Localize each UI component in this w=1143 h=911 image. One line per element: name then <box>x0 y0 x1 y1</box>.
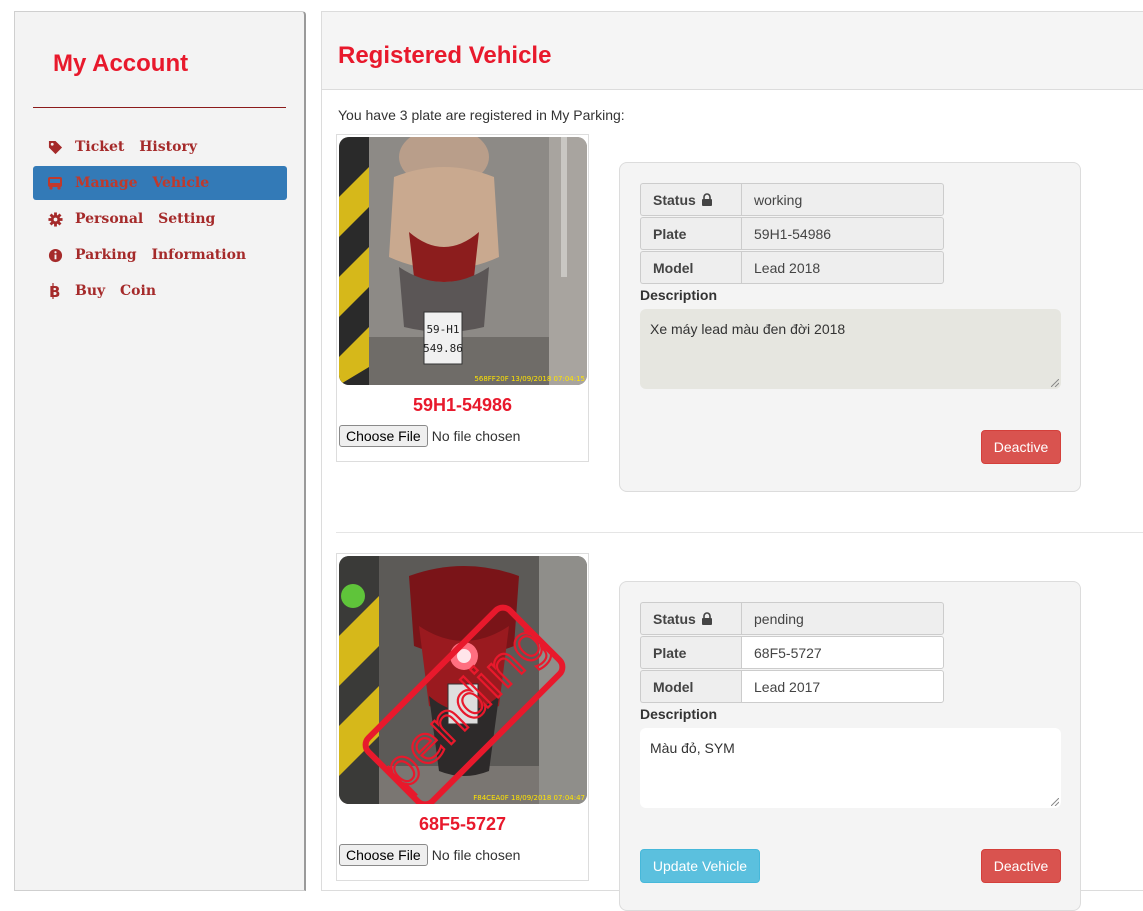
gear-icon <box>47 211 63 227</box>
deactive-button[interactable]: Deactive <box>981 849 1061 883</box>
sidebar-item-label: Buy Coin <box>75 283 156 299</box>
plate-value: 59H1-54986 <box>741 217 944 250</box>
vehicle-photo-card: pending F84CEA0F 18/09/2018 07:04:47 68F… <box>336 553 589 881</box>
photo-caption: F84CEA0F 18/09/2018 07:04:47 <box>473 794 585 802</box>
plate-input[interactable]: 68F5-5727 <box>741 636 944 669</box>
plate-key: Plate <box>640 217 741 250</box>
sidebar-divider <box>33 107 286 108</box>
description-text: Màu đỏ, SYM <box>650 740 735 756</box>
plate-sign-bottom: 549.86 <box>423 342 463 355</box>
sidebar-item-label: Ticket History <box>75 139 197 155</box>
intro-text: You have 3 plate are registered in My Pa… <box>338 107 625 123</box>
resize-handle-icon <box>1051 379 1059 387</box>
model-row: Model Lead 2017 <box>640 670 944 703</box>
svg-text:B: B <box>49 283 60 299</box>
vehicle-plate-title: 59H1-54986 <box>412 395 513 415</box>
sidebar: My Account Ticket History Manage Vehicle… <box>14 11 306 891</box>
update-vehicle-button[interactable]: Update Vehicle <box>640 849 760 883</box>
file-upload: Choose File No file chosen <box>339 844 520 866</box>
lock-icon <box>701 193 713 206</box>
choose-file-button[interactable]: Choose File <box>339 425 428 447</box>
status-row: Status pending <box>640 602 944 635</box>
sidebar-nav: Ticket History Manage Vehicle Personal S… <box>33 130 287 310</box>
model-value: Lead 2018 <box>741 251 944 284</box>
info-circle-icon <box>47 247 63 263</box>
no-file-label: No file chosen <box>431 847 521 863</box>
sidebar-item-parking-information[interactable]: Parking Information <box>33 238 287 272</box>
sidebar-item-label: Personal Setting <box>75 211 216 227</box>
photo-caption: 568FF20F 13/09/2018 07:04:15 <box>474 375 585 383</box>
page-title: Registered Vehicle <box>338 42 552 69</box>
vehicle-photo-card: 59-H1 549.86 568FF20F 13/09/2018 07:04:1… <box>336 134 589 462</box>
bitcoin-icon: B <box>47 283 63 299</box>
sidebar-item-label: Parking Information <box>75 247 247 263</box>
model-key: Model <box>640 670 741 703</box>
choose-file-button[interactable]: Choose File <box>339 844 428 866</box>
bus-icon <box>47 175 63 191</box>
tag-icon <box>47 139 63 155</box>
model-row: Model Lead 2018 <box>640 251 944 284</box>
description-textarea: Xe máy lead màu đen đời 2018 <box>640 309 1061 389</box>
description-text: Xe máy lead màu đen đời 2018 <box>650 321 846 337</box>
sidebar-item-manage-vehicle[interactable]: Manage Vehicle <box>33 166 287 200</box>
vehicle-info-card: Status pending Plate 68F5-5727 Model Lea… <box>619 581 1081 911</box>
vehicle-plate-title: 68F5-5727 <box>418 814 507 834</box>
vehicle-photo[interactable]: pending F84CEA0F 18/09/2018 07:04:47 <box>339 556 587 804</box>
sidebar-item-ticket-history[interactable]: Ticket History <box>33 130 287 164</box>
no-file-label: No file chosen <box>431 428 521 444</box>
sidebar-title: My Account <box>53 50 189 77</box>
description-textarea[interactable]: Màu đỏ, SYM <box>640 728 1061 808</box>
status-label: Status <box>653 191 696 208</box>
status-value: pending <box>741 602 944 635</box>
sidebar-item-label: Manage Vehicle <box>75 175 210 191</box>
description-label: Description <box>640 287 718 303</box>
plate-key: Plate <box>640 636 741 669</box>
deactive-button[interactable]: Deactive <box>981 430 1061 464</box>
status-label: Status <box>653 610 696 627</box>
model-key: Model <box>640 251 741 284</box>
file-upload: Choose File No file chosen <box>339 425 520 447</box>
sidebar-item-buy-coin[interactable]: B Buy Coin <box>33 274 287 308</box>
main-panel: Registered Vehicle You have 3 plate are … <box>321 11 1143 911</box>
status-key: Status <box>640 602 741 635</box>
resize-handle-icon[interactable] <box>1051 798 1059 806</box>
lock-icon <box>701 612 713 625</box>
vehicle-photo[interactable]: 59-H1 549.86 568FF20F 13/09/2018 07:04:1… <box>339 137 587 385</box>
status-key: Status <box>640 183 741 216</box>
vehicle-divider <box>336 532 1143 533</box>
description-label: Description <box>640 706 718 722</box>
status-row: Status working <box>640 183 944 216</box>
plate-row: Plate 68F5-5727 <box>640 636 944 669</box>
vehicle-info-card: Status working Plate 59H1-54986 Model Le… <box>619 162 1081 492</box>
main-header: Registered Vehicle <box>322 12 1143 90</box>
model-input[interactable]: Lead 2017 <box>741 670 944 703</box>
plate-sign-top: 59-H1 <box>426 323 459 336</box>
status-value: working <box>741 183 944 216</box>
sidebar-item-personal-setting[interactable]: Personal Setting <box>33 202 287 236</box>
plate-row: Plate 59H1-54986 <box>640 217 944 250</box>
